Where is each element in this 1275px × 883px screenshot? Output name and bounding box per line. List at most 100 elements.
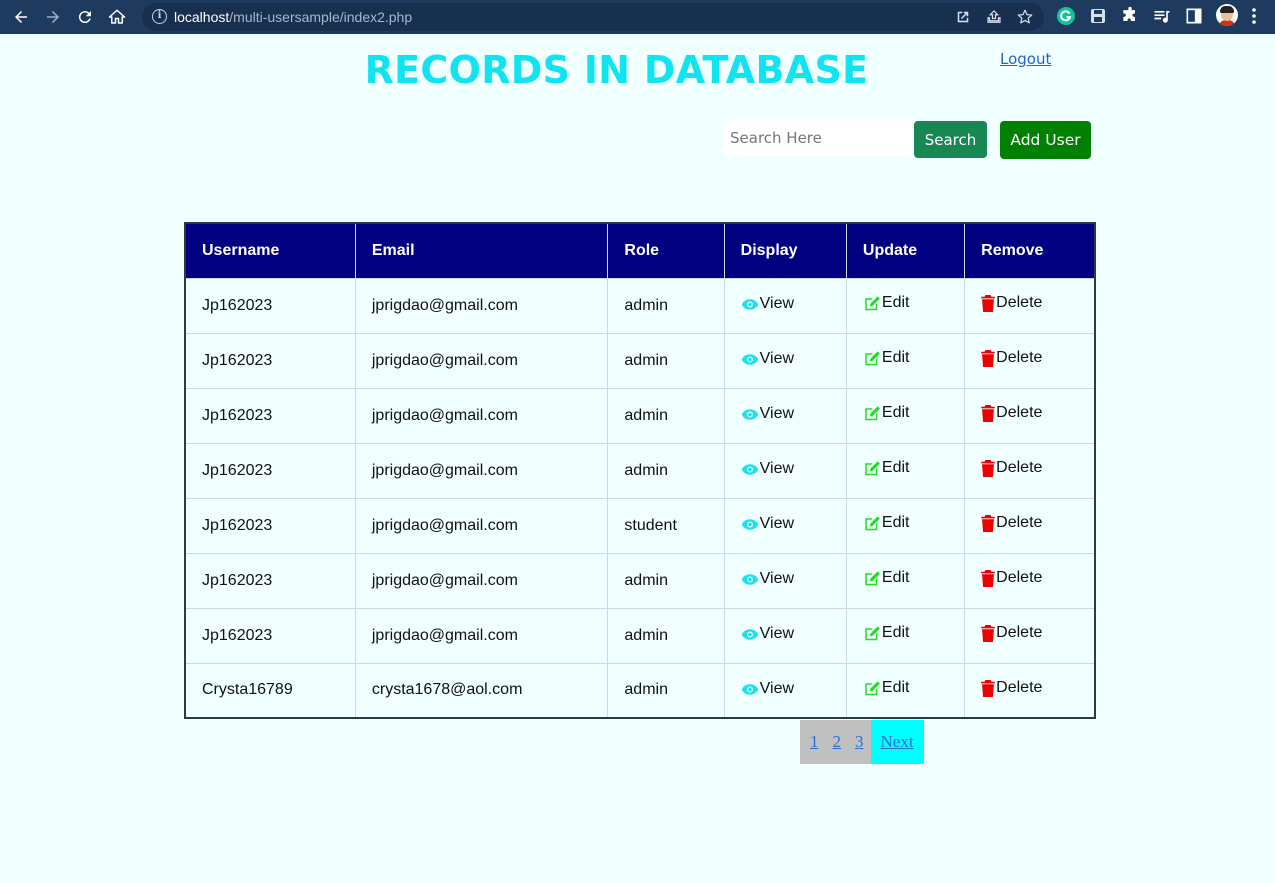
edit-link[interactable]: Edit [863,404,910,422]
delete-link[interactable]: Delete [981,569,1042,587]
edit-link[interactable]: Edit [863,679,910,697]
view-label: View [759,625,795,643]
view-link[interactable]: View [741,515,794,533]
next-page-link[interactable]: Next [870,720,924,764]
add-user-button[interactable]: Add User [1000,121,1091,159]
view-link[interactable]: View [741,405,794,423]
grammarly-extension-icon[interactable] [1056,6,1076,26]
edit-square-icon [863,295,881,312]
delete-label: Delete [996,679,1043,696]
header-remove: Remove [964,223,1095,278]
edit-square-icon [863,680,881,697]
page-link-3[interactable]: 3 [848,720,871,764]
cell-display: View [724,442,847,498]
edit-link[interactable]: Edit [863,294,910,312]
cell-remove: Delete [964,552,1095,608]
search-button[interactable]: Search [914,121,987,158]
trash-icon [981,679,995,697]
profile-avatar[interactable] [1216,4,1238,26]
extensions-puzzle-icon[interactable] [1120,6,1140,26]
cell-display: View [724,332,847,388]
cell-role: admin [607,552,725,608]
edit-label: Edit [881,679,910,696]
view-link[interactable]: View [741,625,794,643]
eye-icon [741,628,759,641]
edit-square-icon [863,625,881,642]
cell-email: jprigdao@gmail.com [355,387,609,443]
browser-menu-icon[interactable] [1250,6,1264,26]
page-link-2[interactable]: 2 [825,720,848,764]
cell-email: jprigdao@gmail.com [355,497,609,553]
table-row: Jp162023 jprigdao@gmail.com admin View Edit D… [185,607,1095,663]
edit-link[interactable]: Edit [863,624,910,642]
delete-link[interactable]: Delete [981,514,1042,532]
trash-icon [981,459,995,477]
side-panel-icon[interactable] [1184,6,1204,26]
cell-display: View [724,277,847,333]
cell-display: View [724,662,847,718]
reload-icon[interactable] [72,4,98,30]
delete-link[interactable]: Delete [981,349,1042,367]
table-row: Jp162023 jprigdao@gmail.com admin View Edit D… [185,332,1095,388]
delete-link[interactable]: Delete [981,679,1042,697]
open-in-app-icon[interactable] [954,8,972,26]
delete-link[interactable]: Delete [981,404,1042,422]
share-icon[interactable] [985,8,1003,26]
media-queue-icon[interactable] [1152,6,1172,26]
delete-link[interactable]: Delete [981,459,1042,477]
logout-link[interactable]: Logout [1000,50,1051,68]
cell-username: Jp162023 [185,607,356,663]
delete-link[interactable]: Delete [981,624,1042,642]
delete-link[interactable]: Delete [981,294,1042,312]
cell-username: Crysta16789 [185,662,356,718]
view-link[interactable]: View [741,680,794,698]
cell-role: admin [607,387,725,443]
view-link[interactable]: View [741,460,794,478]
cell-remove: Delete [964,497,1095,553]
cell-display: View [724,497,847,553]
cell-role: admin [607,607,725,663]
table-row: Crysta16789 crysta1678@aol.com admin View Ed… [185,662,1095,718]
url-text[interactable]: localhost/multi-usersample/index2.php [174,9,412,25]
eye-icon [741,408,759,421]
cell-update: Edit [846,387,966,443]
forward-arrow-icon[interactable] [40,4,66,30]
table-row: Jp162023 jprigdao@gmail.com admin View Edit D… [185,277,1095,333]
edit-square-icon [863,570,881,587]
view-link[interactable]: View [741,570,794,588]
eye-icon [741,298,759,311]
site-info-icon[interactable]: i [152,9,167,24]
edit-link[interactable]: Edit [863,459,910,477]
cell-email: jprigdao@gmail.com [355,442,609,498]
cell-remove: Delete [964,662,1095,718]
view-link[interactable]: View [741,350,794,368]
page-link-1[interactable]: 1 [800,720,826,764]
delete-label: Delete [996,514,1043,532]
trash-icon [981,349,995,367]
cell-update: Edit [846,277,966,333]
cell-display: View [724,607,847,663]
edit-link[interactable]: Edit [863,569,910,587]
save-extension-icon[interactable] [1088,6,1108,26]
eye-icon [741,518,759,531]
header-display: Display [724,223,847,278]
home-icon[interactable] [104,4,130,30]
edit-link[interactable]: Edit [863,349,910,367]
view-label: View [759,680,795,697]
trash-icon [981,514,995,532]
edit-label: Edit [881,459,910,477]
bookmark-star-icon[interactable] [1016,8,1034,26]
eye-icon [741,463,759,476]
cell-update: Edit [846,442,966,498]
cell-email: jprigdao@gmail.com [355,277,609,333]
edit-square-icon [863,515,881,532]
back-arrow-icon[interactable] [8,4,34,30]
cell-username: Jp162023 [185,387,356,443]
view-link[interactable]: View [741,295,794,313]
cell-update: Edit [846,662,966,718]
search-input[interactable] [724,120,912,156]
cell-role: student [607,497,725,553]
address-bar[interactable]: i localhost/multi-usersample/index2.php [142,3,1044,31]
trash-icon [981,569,995,587]
edit-link[interactable]: Edit [863,514,910,532]
